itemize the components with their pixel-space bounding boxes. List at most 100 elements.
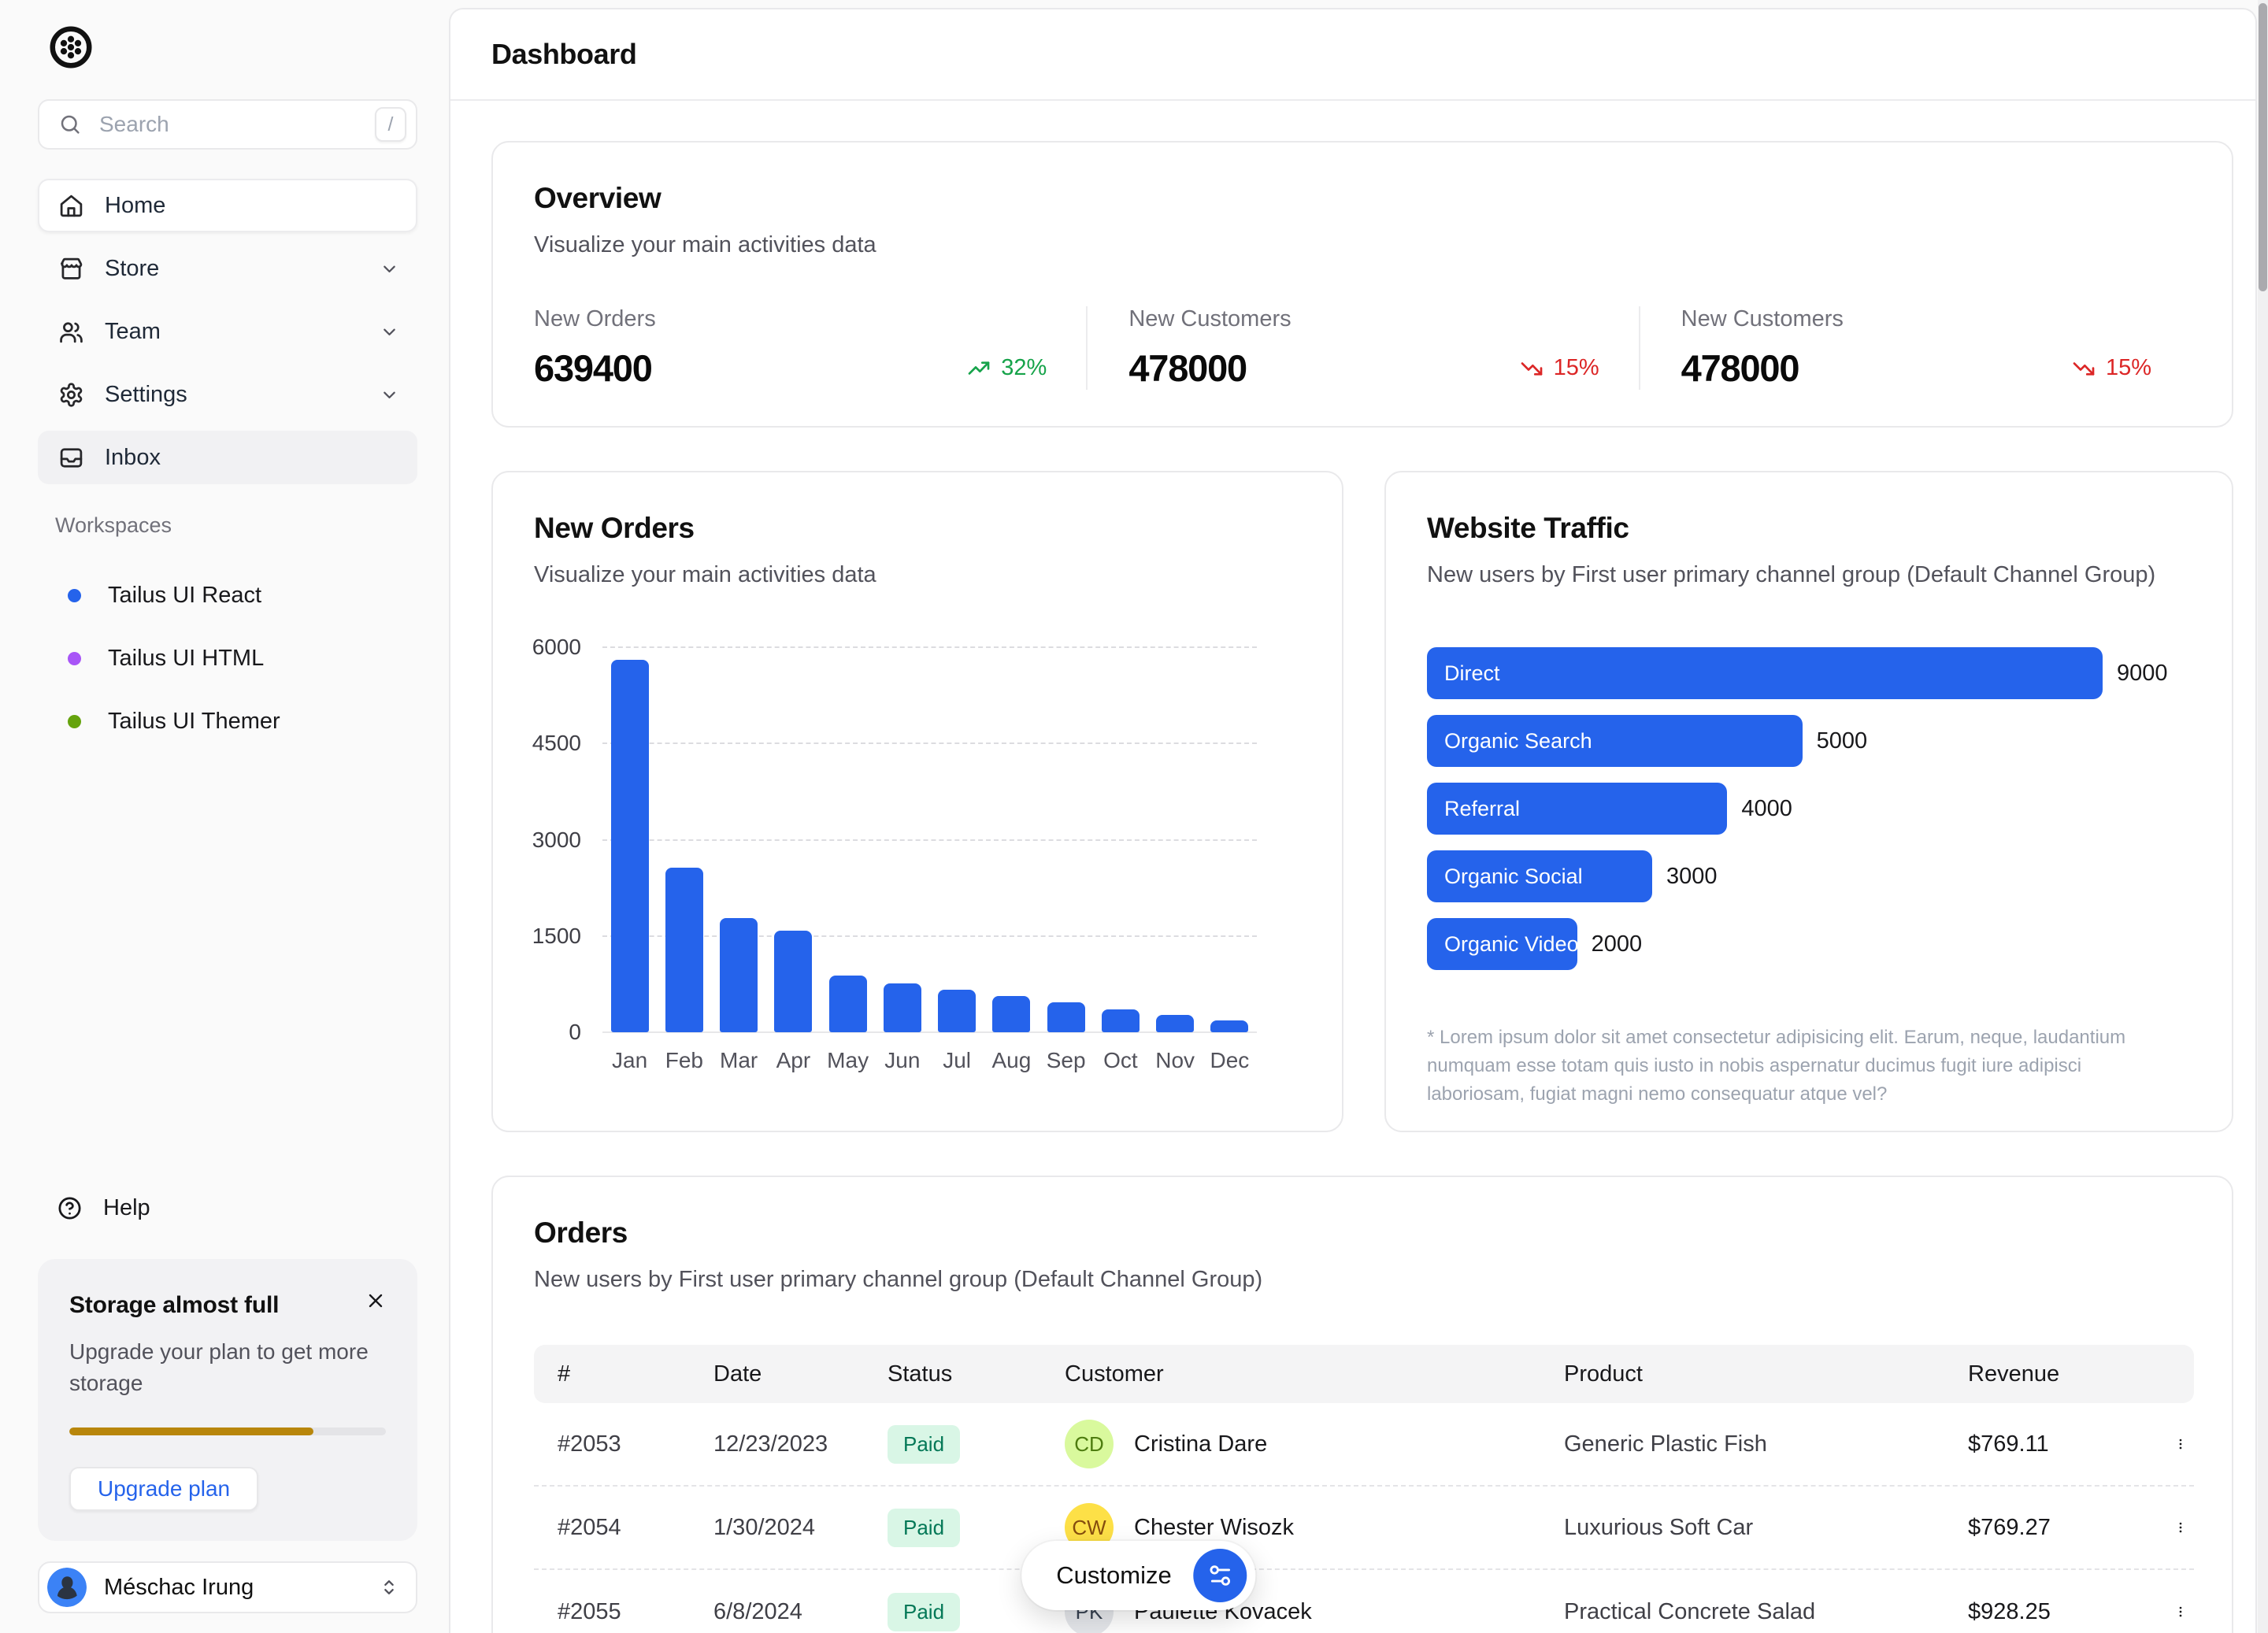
chevron-down-icon: [379, 258, 400, 280]
workspace-label: Tailus UI HTML: [108, 646, 264, 672]
row-menu-button[interactable]: [2150, 1425, 2188, 1463]
workspace-item-2[interactable]: Tailus UI HTML: [38, 631, 417, 685]
row-menu-button[interactable]: [2150, 1593, 2188, 1631]
chart-bar-oct: [1102, 1009, 1140, 1032]
upgrade-plan-button[interactable]: Upgrade plan: [69, 1467, 258, 1511]
chart-bar-jun: [884, 983, 921, 1032]
stat-delta: 15%: [2071, 355, 2151, 381]
stat-block: New Customers47800015%: [1639, 306, 2191, 390]
chart-bar-may: [829, 976, 867, 1032]
order-date: 6/8/2024: [690, 1599, 864, 1625]
chart-bar-feb: [665, 868, 703, 1032]
sidebar-item-settings[interactable]: Settings: [38, 368, 417, 421]
workspace-dot: [68, 652, 81, 665]
main-panel: Dashboard Overview Visualize your main a…: [449, 8, 2257, 1633]
app-logo-icon[interactable]: [47, 24, 94, 71]
scrollbar-track: [2258, 0, 2268, 1633]
sidebar-item-help[interactable]: Help: [38, 1181, 417, 1235]
website-traffic-card: Website Traffic New users by First user …: [1384, 471, 2233, 1132]
sidebar-item-home[interactable]: Home: [38, 179, 417, 232]
row-menu-button[interactable]: [2150, 1509, 2188, 1546]
workspace-dot: [68, 589, 81, 602]
customer-avatar: CD: [1065, 1420, 1114, 1468]
chart-bar-apr: [774, 931, 812, 1032]
search-icon: [58, 113, 82, 136]
chart-gridline: [602, 742, 1257, 744]
chart-bar-aug: [992, 996, 1030, 1032]
customer-name: Cristina Dare: [1134, 1431, 1267, 1457]
table-row: #20541/30/2024PaidCWChester WisozkLuxuri…: [534, 1487, 2194, 1570]
stat-delta: 15%: [1519, 355, 1599, 381]
storage-title: Storage almost full: [69, 1292, 386, 1319]
chart-bar-sep: [1047, 1002, 1085, 1032]
sliders-icon[interactable]: [1194, 1549, 1247, 1602]
sidebar-item-inbox[interactable]: Inbox: [38, 431, 417, 484]
traffic-row: Referral4000: [1427, 783, 2191, 835]
sidebar-item-team[interactable]: Team: [38, 305, 417, 358]
column-header: Status: [864, 1361, 1041, 1387]
close-icon[interactable]: [358, 1283, 394, 1319]
sidebar: / HomeStoreTeamSettingsInbox Workspaces …: [0, 0, 449, 1633]
kebab-menu-icon: [2174, 1598, 2188, 1625]
orders-table: #DateStatusCustomerProductRevenue #20531…: [534, 1345, 2194, 1633]
workspaces-heading: Workspaces: [55, 513, 172, 538]
orders-title: Orders: [534, 1216, 2191, 1250]
workspace-item-3[interactable]: Tailus UI Themer: [38, 694, 417, 748]
search-shortcut-key: /: [375, 107, 406, 142]
traffic-bar-value: 5000: [1817, 728, 1868, 754]
order-revenue: $928.25: [1944, 1599, 2150, 1625]
search-input[interactable]: [98, 111, 375, 138]
search-box[interactable]: /: [38, 99, 417, 150]
traffic-bar-1: Direct: [1427, 647, 2103, 699]
scrollbar-thumb[interactable]: [2259, 3, 2267, 291]
customize-button[interactable]: Customize: [1021, 1541, 1255, 1610]
x-axis-tick-label: Apr: [766, 1048, 821, 1073]
help-label: Help: [103, 1195, 150, 1221]
stat-value: 478000: [1128, 346, 1247, 390]
new-orders-chart-card: New Orders Visualize your main activitie…: [491, 471, 1343, 1132]
sidebar-item-label: Home: [105, 193, 165, 219]
stat-delta-value: 32%: [1001, 355, 1047, 381]
x-axis-tick-label: Feb: [657, 1048, 711, 1073]
order-revenue: $769.11: [1944, 1431, 2150, 1457]
chart-gridline: [602, 839, 1257, 841]
y-axis-tick-label: 4500: [493, 730, 581, 757]
stat-value: 478000: [1681, 346, 1799, 390]
stat-value: 639400: [534, 346, 652, 390]
x-axis-tick-label: Nov: [1148, 1048, 1203, 1073]
workspaces-list: Tailus UI React Tailus UI HTML Tailus UI T…: [38, 568, 417, 757]
overview-subtitle: Visualize your main activities data: [534, 232, 2191, 258]
table-body: #205312/23/2023PaidCDCristina DareGeneri…: [534, 1403, 2194, 1633]
stat-label: New Customers: [1128, 306, 1599, 332]
chart-bar-dec: [1210, 1020, 1248, 1032]
status-badge: Paid: [888, 1593, 960, 1631]
order-revenue: $769.27: [1944, 1515, 2150, 1541]
user-menu-button[interactable]: Méschac Irung: [38, 1561, 417, 1613]
order-id: #2054: [534, 1515, 690, 1541]
order-status-cell: Paid: [864, 1593, 1041, 1631]
order-product: Generic Plastic Fish: [1540, 1431, 1944, 1457]
traffic-bars: Direct9000Organic Search5000Referral4000…: [1427, 647, 2191, 986]
x-axis-tick-label: Aug: [984, 1048, 1039, 1073]
storage-alert-card: Storage almost full Upgrade your plan to…: [38, 1259, 417, 1541]
sidebar-item-store[interactable]: Store: [38, 242, 417, 295]
stat-delta-value: 15%: [1554, 355, 1599, 381]
column-header: Date: [690, 1361, 864, 1387]
sidebar-item-label: Inbox: [105, 445, 161, 471]
column-header: Revenue: [1944, 1361, 2150, 1387]
help-circle-icon: [57, 1195, 83, 1221]
column-header: Product: [1540, 1361, 1944, 1387]
avatar: [47, 1568, 87, 1607]
kebab-menu-icon: [2174, 1431, 2188, 1457]
storage-description: Upgrade your plan to get more storage: [69, 1336, 392, 1399]
workspace-label: Tailus UI Themer: [108, 709, 280, 735]
orders-card: Orders New users by First user primary c…: [491, 1176, 2233, 1633]
traffic-bar-label: Direct: [1444, 661, 1500, 686]
trending-down-icon: [1519, 356, 1544, 381]
order-id: #2055: [534, 1599, 690, 1625]
user-name: Méschac Irung: [104, 1575, 254, 1601]
order-product: Luxurious Soft Car: [1540, 1515, 1944, 1541]
traffic-bar-4: Organic Social: [1427, 850, 1652, 902]
workspace-item-1[interactable]: Tailus UI React: [38, 568, 417, 622]
x-axis-tick-label: Oct: [1093, 1048, 1147, 1073]
